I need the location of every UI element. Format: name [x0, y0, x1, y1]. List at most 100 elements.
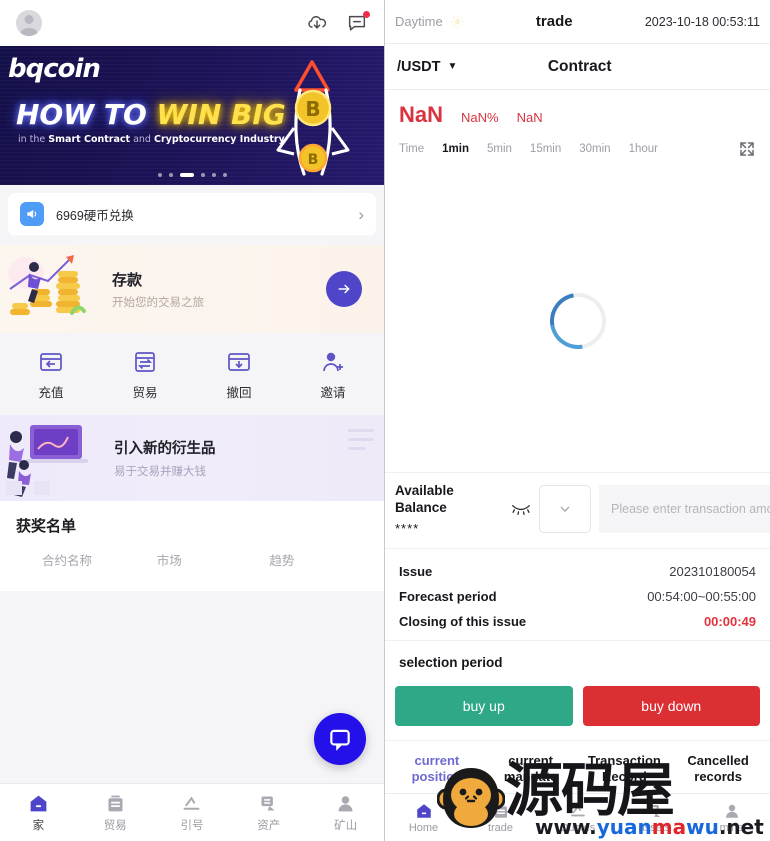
eye-off-icon[interactable] [511, 502, 531, 516]
timeframe-1min[interactable]: 1min [442, 143, 469, 155]
winners-section: 获奖名单 合约名称 市场 趋势 [0, 501, 384, 591]
deposit-card[interactable]: 存款 开始您的交易之旅 [0, 245, 384, 333]
issue-key: Issue [399, 563, 433, 579]
quick-action-trade[interactable]: 贸易 [98, 349, 192, 401]
timeframe-time[interactable]: Time [399, 143, 424, 155]
trade-exchange-icon [132, 349, 158, 375]
nav-item-assets[interactable]: assets [616, 802, 693, 834]
winners-table-header: 合约名称 市场 趋势 [0, 550, 384, 591]
chevron-down-icon: ▼ [447, 61, 458, 72]
timeframe-15min[interactable]: 15min [530, 143, 561, 155]
fullscreen-expand-icon[interactable] [738, 140, 756, 158]
derivative-banner[interactable]: 引入新的衍生品 易于交易并赚大钱 [0, 415, 384, 501]
available-balance-value: **** [395, 520, 420, 536]
issue-row: Closing of this issue 00:00:49 [399, 609, 756, 634]
rocket-illustration: B B [276, 60, 350, 176]
issue-value: 00:54:00~00:55:00 [647, 588, 756, 604]
banner-dot[interactable] [222, 173, 227, 177]
tab-current-mandate[interactable]: current mandate [485, 753, 577, 786]
timeframe-1hour[interactable]: 1hour [629, 143, 658, 155]
left-empty-area [0, 591, 384, 783]
home-icon [415, 802, 433, 820]
nav-label: 引号 [180, 819, 204, 832]
app-screen: bqcoin HOW TO WIN BIG in the Smart Contr… [0, 0, 770, 841]
banner-dot[interactable] [211, 173, 216, 177]
amount-preset-dropdown[interactable] [539, 485, 591, 534]
banner-dot[interactable] [200, 173, 205, 177]
nav-item-home[interactable]: 家 [0, 793, 77, 833]
derivative-title: 引入新的衍生品 [114, 441, 216, 457]
deposit-go-button[interactable] [326, 271, 362, 307]
issue-value: 202310180054 [669, 563, 756, 579]
derivative-subtitle: 易于交易并赚大钱 [114, 466, 206, 478]
buy-up-button[interactable]: buy up [395, 685, 573, 726]
tab-cancelled-records[interactable]: Cancelled records [672, 753, 764, 786]
sun-icon [450, 15, 464, 28]
nav-item-home[interactable]: Home [385, 802, 462, 834]
chat-message-icon[interactable] [346, 11, 370, 34]
speaker-icon [20, 202, 44, 226]
deposit-title: 存款 [112, 271, 143, 289]
cloud-download-icon[interactable] [306, 12, 328, 34]
quick-action-label: 贸易 [132, 386, 158, 400]
trade-icon [105, 793, 126, 814]
home-icon [28, 793, 49, 814]
deposit-subtitle: 开始您的交易之旅 [112, 296, 204, 309]
nav-label: 资产 [257, 819, 281, 832]
issue-row: Forecast period 00:54:00~00:55:00 [399, 584, 756, 609]
nav-item-mine[interactable]: mine [693, 802, 770, 834]
nav-item-quotes[interactable]: 引号 [154, 793, 231, 833]
left-topbar [0, 0, 384, 46]
promo-banner[interactable]: bqcoin HOW TO WIN BIG in the Smart Contr… [0, 46, 384, 185]
quick-action-invite[interactable]: 邀请 [286, 349, 380, 401]
balance-and-amount-row: Available Balance **** [385, 471, 770, 548]
record-tabs: current position current mandate Transac… [385, 739, 770, 794]
tab-transaction-record[interactable]: Transaction Record [579, 753, 671, 786]
quick-action-label: 撤回 [226, 386, 252, 400]
chat-support-button[interactable] [314, 713, 366, 765]
price-main: NaN [399, 102, 444, 127]
issue-countdown-value: 00:00:49 [703, 613, 756, 629]
tab-current-position[interactable]: current position [391, 753, 483, 786]
winners-col-contract: 合约名称 [42, 554, 93, 568]
banner-dot-active[interactable] [179, 173, 194, 177]
banner-dot[interactable] [168, 173, 173, 177]
banner-subline: in the Smart Contract and Cryptocurrency… [18, 134, 285, 145]
banner-sub-hl1: Smart Contract [48, 134, 131, 145]
pair-selector[interactable]: /USDT ▼ [397, 59, 457, 75]
available-balance-label: Available Balance [395, 482, 454, 515]
available-balance-block: Available Balance **** [395, 483, 503, 536]
assets-icon [258, 793, 279, 814]
pair-label: /USDT [397, 58, 441, 75]
nav-item-mine[interactable]: 矿山 [307, 793, 384, 833]
nav-item-trade[interactable]: trade [462, 802, 539, 834]
nav-label: mine [719, 821, 744, 834]
winners-title: 获奖名单 [16, 518, 77, 535]
winners-col-trend: 趋势 [269, 554, 295, 568]
price-percent: NaN% [461, 110, 499, 125]
transaction-amount-input[interactable] [599, 485, 770, 534]
buy-down-button[interactable]: buy down [582, 685, 760, 726]
nav-item-trade[interactable]: 贸易 [77, 793, 154, 833]
timeframe-5min[interactable]: 5min [487, 143, 512, 155]
nav-label: trade [487, 821, 514, 834]
daytime-label[interactable]: Daytime [395, 14, 443, 29]
banner-dot[interactable] [157, 173, 162, 177]
quotes-icon [181, 793, 202, 814]
notice-bar[interactable]: 6969硬币兑换 › [8, 193, 376, 235]
winners-col-market: 市场 [156, 554, 182, 568]
avatar[interactable] [16, 8, 46, 38]
page-title: trade [535, 13, 573, 30]
nav-item-quotes[interactable]: Quotes [539, 802, 616, 834]
chat-bubble-icon [330, 729, 350, 751]
quick-actions: 充值 贸易 撤回 邀请 [0, 333, 384, 415]
nav-item-assets[interactable]: 资产 [230, 793, 307, 833]
quick-action-withdraw[interactable]: 撤回 [192, 349, 286, 401]
issue-info-block: Issue 202310180054 Forecast period 00:54… [385, 547, 770, 640]
timeframe-30min[interactable]: 30min [579, 143, 610, 155]
bet-buttons-row: buy up buy down [385, 680, 770, 740]
mine-user-icon [723, 802, 741, 820]
banner-dots[interactable] [0, 173, 384, 177]
quick-action-recharge[interactable]: 充值 [4, 349, 98, 401]
chevron-right-icon[interactable]: › [358, 206, 364, 223]
